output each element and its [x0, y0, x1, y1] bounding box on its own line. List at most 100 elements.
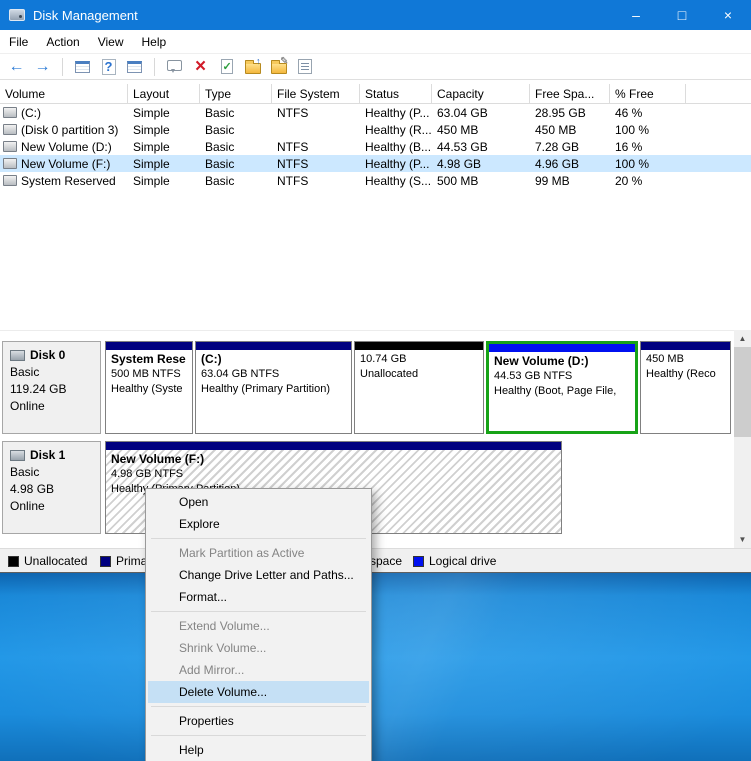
partition-status: Healthy (Syste	[111, 382, 187, 397]
scroll-down-icon[interactable]	[734, 531, 751, 548]
window-controls: – □ ×	[613, 0, 751, 30]
help-icon[interactable]	[98, 56, 119, 77]
cell-file-system: NTFS	[272, 140, 360, 154]
drive-icon	[3, 175, 17, 186]
legend-swatch	[100, 556, 111, 567]
cell-free-space: 99 MB	[530, 174, 610, 188]
column-header-type[interactable]: Type	[200, 84, 272, 103]
menu-item-shrink-volume: Shrink Volume...	[148, 637, 369, 659]
verify-icon[interactable]	[216, 56, 237, 77]
forward-icon[interactable]	[32, 56, 53, 77]
column-header-pct-free[interactable]: % Free	[610, 84, 686, 103]
menu-item-open[interactable]: Open	[148, 491, 369, 513]
menu-bar: File Action View Help	[0, 30, 751, 53]
menu-view[interactable]: View	[89, 30, 133, 53]
title-bar: Disk Management – □ ×	[0, 0, 751, 30]
cell-type: Basic	[200, 123, 272, 137]
list-view-icon[interactable]	[124, 56, 145, 77]
menu-separator	[151, 611, 366, 612]
context-menu: Open Explore Mark Partition as Active Ch…	[145, 488, 372, 761]
disk-icon	[10, 350, 25, 361]
menu-item-help[interactable]: Help	[148, 739, 369, 761]
table-header: Volume Layout Type File System Status Ca…	[0, 84, 751, 104]
disk-name: Disk 1	[30, 447, 65, 464]
column-header-layout[interactable]: Layout	[128, 84, 200, 103]
partition-size: 4.98 GB NTFS	[111, 467, 556, 482]
menu-action[interactable]: Action	[37, 30, 88, 53]
menu-item-format[interactable]: Format...	[148, 586, 369, 608]
table-row[interactable]: New Volume (D:) Simple Basic NTFS Health…	[0, 138, 751, 155]
menu-help[interactable]: Help	[133, 30, 176, 53]
disk-0-label-panel[interactable]: Disk 0 Basic 119.24 GB Online	[2, 341, 101, 434]
cell-file-system: NTFS	[272, 157, 360, 171]
column-header-volume[interactable]: Volume	[0, 84, 128, 103]
partition-recovery[interactable]: 450 MB Healthy (Reco	[640, 341, 731, 434]
vertical-scrollbar[interactable]	[734, 330, 751, 548]
menu-item-mark-partition-active: Mark Partition as Active	[148, 542, 369, 564]
open-folder-icon[interactable]	[242, 56, 263, 77]
column-header-file-system[interactable]: File System	[272, 84, 360, 103]
cell-status: Healthy (P...	[360, 106, 432, 120]
menu-item-change-drive-letter[interactable]: Change Drive Letter and Paths...	[148, 564, 369, 586]
partition-system-reserved[interactable]: System Rese 500 MB NTFS Healthy (Syste	[105, 341, 193, 434]
volume-name: (C:)	[21, 106, 41, 120]
table-row-selected[interactable]: New Volume (F:) Simple Basic NTFS Health…	[0, 155, 751, 172]
console-tree-icon[interactable]	[72, 56, 93, 77]
cell-layout: Simple	[128, 140, 200, 154]
menu-separator	[151, 538, 366, 539]
minimize-button[interactable]: –	[613, 0, 659, 30]
column-header-free-space[interactable]: Free Spa...	[530, 84, 610, 103]
delete-icon[interactable]	[190, 56, 211, 77]
menu-item-delete-volume[interactable]: Delete Volume...	[148, 681, 369, 703]
column-header-capacity[interactable]: Capacity	[432, 84, 530, 103]
table-row[interactable]: System Reserved Simple Basic NTFS Health…	[0, 172, 751, 189]
cell-pct-free: 20 %	[610, 174, 686, 188]
legend-label: Logical drive	[429, 554, 496, 568]
cell-type: Basic	[200, 106, 272, 120]
legend-swatch	[8, 556, 19, 567]
cell-capacity: 4.98 GB	[432, 157, 530, 171]
properties-icon[interactable]	[294, 56, 315, 77]
partition-title: New Volume (D:)	[494, 354, 630, 369]
menu-item-extend-volume: Extend Volume...	[148, 615, 369, 637]
disk-icon	[10, 450, 25, 461]
menu-item-explore[interactable]: Explore	[148, 513, 369, 535]
cell-free-space: 450 MB	[530, 123, 610, 137]
scroll-up-icon[interactable]	[734, 330, 751, 347]
disk-size: 4.98 GB	[10, 481, 93, 498]
menu-item-properties[interactable]: Properties	[148, 710, 369, 732]
menu-file[interactable]: File	[0, 30, 37, 53]
cell-pct-free: 16 %	[610, 140, 686, 154]
scrollbar-thumb[interactable]	[734, 347, 751, 437]
back-icon[interactable]	[6, 56, 27, 77]
volume-list: Volume Layout Type File System Status Ca…	[0, 80, 751, 330]
disk-1-label-panel[interactable]: Disk 1 Basic 4.98 GB Online	[2, 441, 101, 534]
partition-d[interactable]: New Volume (D:) 44.53 GB NTFS Healthy (B…	[486, 341, 638, 434]
toolbar-separator	[154, 58, 155, 76]
cell-file-system: NTFS	[272, 174, 360, 188]
disk-size: 119.24 GB	[10, 381, 93, 398]
disk-name: Disk 0	[30, 347, 65, 364]
cell-type: Basic	[200, 140, 272, 154]
cell-layout: Simple	[128, 157, 200, 171]
column-header-status[interactable]: Status	[360, 84, 432, 103]
table-row[interactable]: (Disk 0 partition 3) Simple Basic Health…	[0, 121, 751, 138]
partition-unallocated[interactable]: 10.74 GB Unallocated	[354, 341, 484, 434]
cell-pct-free: 46 %	[610, 106, 686, 120]
cell-layout: Simple	[128, 106, 200, 120]
legend-logical-drive: Logical drive	[413, 554, 496, 568]
dialog-icon[interactable]	[164, 56, 185, 77]
partition-size: 44.53 GB NTFS	[494, 369, 630, 384]
column-header-blank	[686, 84, 751, 103]
cell-status: Healthy (R...	[360, 123, 432, 137]
disk-status: Online	[10, 398, 93, 415]
close-button[interactable]: ×	[705, 0, 751, 30]
drive-icon	[3, 107, 17, 118]
edit-folder-icon[interactable]	[268, 56, 289, 77]
maximize-button[interactable]: □	[659, 0, 705, 30]
volume-name: New Volume (F:)	[21, 157, 110, 171]
partition-status: Healthy (Boot, Page File,	[494, 384, 630, 399]
legend-bar: Unallocated Primary partition Extended p…	[0, 548, 751, 573]
table-row[interactable]: (C:) Simple Basic NTFS Healthy (P... 63.…	[0, 104, 751, 121]
partition-c[interactable]: (C:) 63.04 GB NTFS Healthy (Primary Part…	[195, 341, 352, 434]
